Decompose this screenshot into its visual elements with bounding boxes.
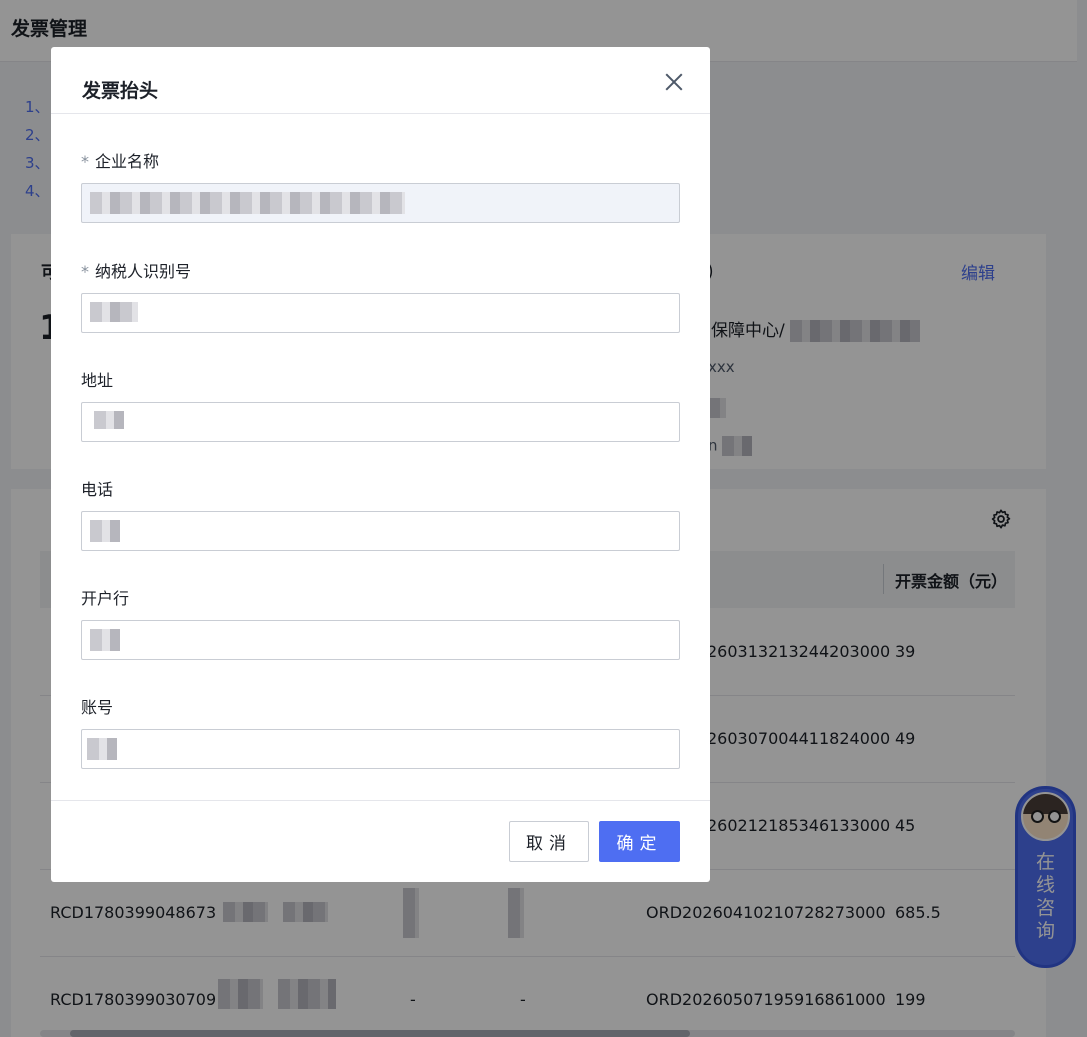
redacted-value (90, 302, 138, 322)
dialog-title: 发票抬头 (82, 80, 159, 102)
taxpayer-id-input[interactable] (81, 293, 680, 333)
invoice-title-dialog: 发票抬头 * 企业名称 * 纳税人识别号 地址 电话 开户行 账号 取消 确定 (51, 47, 710, 882)
bank-input[interactable] (81, 620, 680, 660)
account-input[interactable] (81, 729, 680, 769)
dialog-footer: 取消 确定 (51, 800, 710, 882)
cancel-button[interactable]: 取消 (509, 821, 589, 862)
label-taxpayer-id: * 纳税人识别号 (81, 258, 191, 282)
label-address: 地址 (81, 371, 114, 390)
address-input[interactable] (81, 402, 680, 442)
label-phone: 电话 (81, 480, 114, 499)
dialog-header: 发票抬头 (51, 47, 710, 114)
redacted-value (94, 411, 124, 429)
label-company-name: * 企业名称 (81, 148, 159, 172)
redacted-value (90, 629, 120, 651)
redacted-value (87, 738, 117, 760)
confirm-button[interactable]: 确定 (599, 821, 680, 862)
company-name-input (81, 183, 680, 223)
label-account: 账号 (81, 698, 114, 717)
required-mark: * (81, 262, 89, 281)
phone-input[interactable] (81, 511, 680, 551)
label-bank: 开户行 (81, 589, 130, 608)
close-icon[interactable] (663, 71, 685, 93)
required-mark: * (81, 152, 89, 171)
label-text: 纳税人识别号 (95, 262, 192, 281)
redacted-value (90, 520, 120, 542)
label-text: 企业名称 (95, 152, 160, 171)
redacted-value (90, 192, 405, 214)
